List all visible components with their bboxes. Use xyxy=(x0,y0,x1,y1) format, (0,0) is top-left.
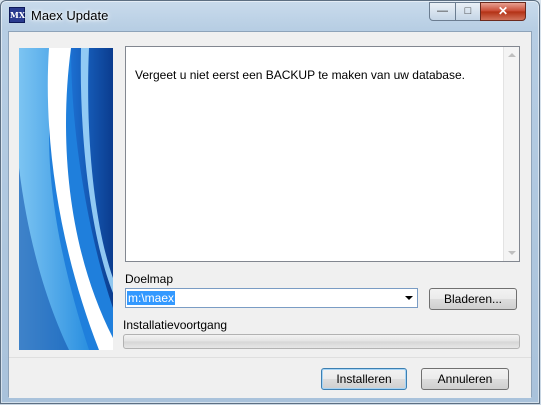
cancel-button[interactable]: Annuleren xyxy=(421,368,509,390)
blue-swoosh-banner xyxy=(19,48,113,350)
chevron-down-icon[interactable] xyxy=(405,296,413,300)
browse-button[interactable]: Bladeren... xyxy=(429,288,517,310)
title-bar[interactable]: MX Maex Update — □ ✕ xyxy=(1,1,539,31)
window-title: Maex Update xyxy=(31,8,109,23)
install-button[interactable]: Installeren xyxy=(321,368,407,390)
memo-text: Vergeet u niet eerst een BACKUP te maken… xyxy=(135,68,465,82)
target-folder-value[interactable]: m:\maex xyxy=(127,291,176,305)
target-folder-combobox[interactable]: m:\maex xyxy=(125,288,418,308)
update-dialog: MX Maex Update — □ ✕ Vergeet u niet eers… xyxy=(0,0,540,404)
info-memo[interactable]: Vergeet u niet eerst een BACKUP te maken… xyxy=(125,46,520,262)
scroll-down-icon[interactable] xyxy=(508,251,516,255)
install-progress-bar xyxy=(123,334,520,349)
close-button[interactable]: ✕ xyxy=(480,2,526,21)
target-folder-label: Doelmap xyxy=(125,272,174,286)
maex-app-icon[interactable]: MX xyxy=(9,7,25,23)
scroll-up-icon[interactable] xyxy=(508,53,516,57)
dialog-body: Vergeet u niet eerst een BACKUP te maken… xyxy=(8,31,532,398)
minimize-button[interactable]: — xyxy=(429,2,456,21)
minimize-icon: — xyxy=(437,5,448,17)
maximize-icon: □ xyxy=(464,5,472,17)
memo-scrollbar[interactable] xyxy=(503,47,519,261)
close-icon: ✕ xyxy=(497,4,509,18)
button-area: Installeren Annuleren xyxy=(9,357,531,398)
progress-label: Installatievoortgang xyxy=(123,318,228,332)
maximize-button[interactable]: □ xyxy=(455,2,481,21)
